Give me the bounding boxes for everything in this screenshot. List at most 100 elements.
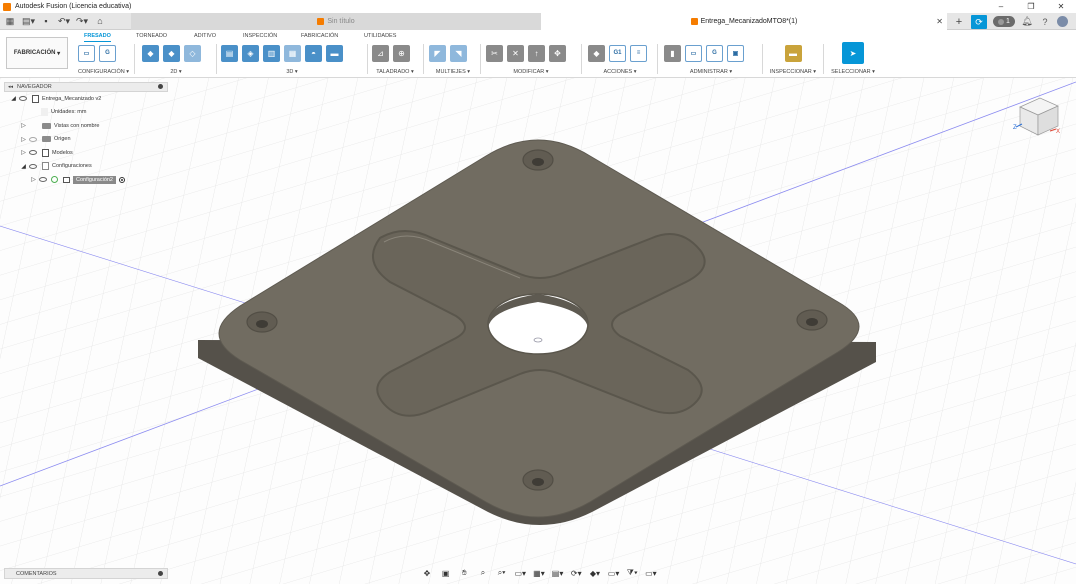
machine-library-icon[interactable]: ▣ bbox=[727, 44, 744, 62]
home-icon[interactable]: ⌂ bbox=[94, 16, 106, 26]
setup-folder-icon[interactable]: ▭ bbox=[78, 44, 95, 62]
eye-icon[interactable] bbox=[29, 150, 37, 156]
tab-fabricacion[interactable]: FABRICACIÓN bbox=[301, 32, 338, 42]
group-label[interactable]: 2D ▾ bbox=[142, 69, 210, 75]
grid-icon[interactable]: ▦ bbox=[4, 16, 16, 27]
jobs-badge[interactable]: 1 bbox=[993, 16, 1015, 27]
simulate-icon[interactable]: ◆ bbox=[588, 44, 605, 62]
close-icon[interactable]: ✕ bbox=[936, 17, 943, 26]
multiaxis-contour-icon[interactable]: ◥ bbox=[450, 44, 467, 62]
select-cursor-icon[interactable]: ➤ bbox=[842, 42, 864, 64]
trim-icon[interactable]: ✂ bbox=[486, 44, 503, 62]
tree-units[interactable]: Unidades: mm bbox=[4, 106, 168, 120]
expand-icon[interactable]: ▷ bbox=[20, 122, 27, 129]
tab-inspeccion[interactable]: INSPECCIÓN bbox=[243, 32, 277, 42]
group-label[interactable]: ACCIONES ▾ bbox=[588, 69, 652, 75]
viewports-icon[interactable]: ▤▾ bbox=[551, 569, 565, 578]
3d-pocket-icon[interactable]: ◈ bbox=[242, 44, 259, 62]
tab-fresado[interactable]: FRESADO bbox=[84, 32, 111, 42]
maximize-icon[interactable]: ❐ bbox=[1016, 0, 1046, 13]
group-label[interactable]: ADMINISTRAR ▾ bbox=[664, 69, 758, 75]
post-process-icon[interactable]: G1 bbox=[609, 44, 626, 62]
close-window-icon[interactable]: ✕ bbox=[1046, 0, 1076, 13]
zoom-icon[interactable]: ⌕ bbox=[476, 568, 490, 578]
avatar-icon[interactable] bbox=[1057, 16, 1068, 27]
group-label[interactable]: MODIFICAR ▾ bbox=[486, 69, 576, 75]
2d-pocket-icon[interactable]: ◆ bbox=[163, 44, 180, 62]
eye-icon[interactable] bbox=[39, 177, 47, 183]
3d-adaptive-icon[interactable]: ▤ bbox=[221, 44, 238, 62]
collapse-tree-icon[interactable]: ◢ bbox=[20, 163, 27, 170]
camera-icon[interactable]: ▭▾ bbox=[607, 569, 621, 578]
tree-root[interactable]: ◢ Entrega_Mecanizado v2 bbox=[4, 92, 168, 106]
drill-icon[interactable]: ⊿ bbox=[372, 44, 389, 62]
pin-icon[interactable] bbox=[158, 571, 163, 576]
pan-icon[interactable]: ✋︎ bbox=[457, 568, 471, 578]
plus-icon[interactable]: + bbox=[953, 16, 965, 28]
tool-library-icon[interactable]: ▮ bbox=[664, 44, 681, 62]
redo-icon[interactable]: ↷▾ bbox=[76, 16, 88, 27]
setup-g-icon[interactable]: G bbox=[99, 44, 116, 62]
viewcube-icon[interactable]: Z X bbox=[1012, 93, 1066, 139]
more-icon[interactable]: ▭▾ bbox=[644, 569, 658, 578]
tree-named-views[interactable]: ▷ Vistas con nombre bbox=[4, 119, 168, 133]
expand-icon[interactable]: ▷ bbox=[30, 176, 37, 183]
group-label[interactable]: TALADRADO ▾ bbox=[372, 69, 418, 75]
fit-icon[interactable]: ⌕▾ bbox=[495, 568, 509, 578]
bell-icon[interactable]: 🔔︎ bbox=[1021, 16, 1033, 27]
expand-icon[interactable]: ◢ bbox=[10, 95, 17, 102]
collapse-icon[interactable]: ◂◂ bbox=[8, 84, 13, 90]
tab-sin-titulo[interactable]: Sin título bbox=[131, 13, 541, 30]
tree-setup-item[interactable]: ▷ Configuración2 bbox=[4, 173, 168, 187]
orbit-icon[interactable]: ✥ bbox=[420, 569, 434, 578]
tree-origin[interactable]: ▷ Origen bbox=[4, 133, 168, 147]
activate-radio-icon[interactable] bbox=[119, 176, 125, 183]
2d-adaptive-icon[interactable]: ◆ bbox=[142, 44, 159, 62]
group-label[interactable]: INSPECCIONAR ▾ bbox=[768, 69, 818, 75]
3d-dome-icon[interactable]: ◓ bbox=[305, 44, 322, 62]
eye-icon[interactable] bbox=[29, 163, 37, 169]
undo-icon[interactable]: ↶▾ bbox=[58, 16, 70, 27]
group-label[interactable]: 3D ▾ bbox=[221, 69, 363, 75]
filter-icon[interactable]: ⧩▾ bbox=[625, 568, 639, 578]
modify-arrow-icon[interactable]: ↑ bbox=[528, 44, 545, 62]
3d-flat-icon[interactable]: ▬ bbox=[326, 44, 343, 62]
grid-settings-icon[interactable]: ▦▾ bbox=[532, 569, 546, 578]
expand-icon[interactable]: ▷ bbox=[20, 136, 27, 143]
visual-style-icon[interactable]: ◆▾ bbox=[588, 569, 602, 578]
look-at-icon[interactable]: ▣ bbox=[439, 569, 453, 578]
eye-icon[interactable] bbox=[29, 136, 37, 142]
group-label[interactable]: SELECCIONAR ▾ bbox=[829, 69, 877, 75]
tab-torneado[interactable]: TORNEADO bbox=[136, 32, 167, 42]
tree-models[interactable]: ▷ Modelos bbox=[4, 146, 168, 160]
pin-icon[interactable] bbox=[158, 84, 163, 89]
display-settings-icon[interactable]: ▭▾ bbox=[513, 569, 527, 578]
modify-move-icon[interactable]: ✥ bbox=[549, 44, 566, 62]
tree-setups[interactable]: ◢ Configuraciones bbox=[4, 160, 168, 174]
group-label[interactable]: MULTIEJES ▾ bbox=[429, 69, 477, 75]
navigator-header[interactable]: ◂◂ NAVEGADOR bbox=[4, 82, 168, 92]
file-icon[interactable]: ▤▾ bbox=[22, 16, 35, 27]
2d-face-icon[interactable]: ◇ bbox=[184, 44, 201, 62]
effects-icon[interactable]: ⟳▾ bbox=[569, 569, 583, 578]
delete-toolpath-icon[interactable]: ✕ bbox=[507, 44, 524, 62]
tab-entrega[interactable]: Entrega_MecanizadoMTO8*(1) ✕ bbox=[541, 13, 947, 30]
post-library-icon[interactable]: G bbox=[706, 44, 723, 62]
comments-panel[interactable]: COMENTARIOS bbox=[4, 568, 168, 579]
hole-recognition-icon[interactable]: ⊕ bbox=[393, 44, 410, 62]
help-icon[interactable]: ? bbox=[1039, 17, 1051, 27]
template-icon[interactable]: ▭ bbox=[685, 44, 702, 62]
measure-icon[interactable]: ▬ bbox=[784, 44, 802, 62]
group-label[interactable]: CONFIGURACIÓN ▾ bbox=[78, 69, 129, 75]
tab-aditivo[interactable]: ADITIVO bbox=[194, 32, 216, 42]
expand-icon[interactable]: ▷ bbox=[20, 149, 27, 156]
sync-icon[interactable]: ⟳ bbox=[971, 14, 987, 29]
3d-steep-icon[interactable]: ▥ bbox=[263, 44, 280, 62]
tab-utilidades[interactable]: UTILIDADES bbox=[364, 32, 396, 42]
minimize-icon[interactable]: – bbox=[986, 0, 1016, 13]
multiaxis-swarf-icon[interactable]: ◤ bbox=[429, 44, 446, 62]
save-icon[interactable]: ▪ bbox=[40, 16, 52, 26]
eye-icon[interactable] bbox=[19, 96, 27, 102]
setup-sheet-icon[interactable]: ≡ bbox=[630, 44, 647, 62]
3d-parallel-icon[interactable]: ▦ bbox=[284, 44, 301, 62]
